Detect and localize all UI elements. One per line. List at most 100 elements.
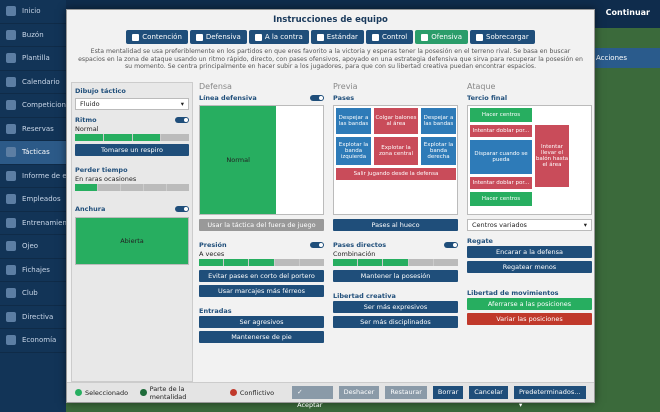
press-value: A veces bbox=[199, 250, 225, 258]
toggle-icon[interactable] bbox=[175, 206, 189, 212]
zone-overlap-right[interactable]: Intentar doblar por... bbox=[470, 177, 532, 189]
tempo-bar[interactable] bbox=[75, 134, 189, 141]
tab-mentality[interactable]: Control bbox=[365, 30, 414, 44]
zone-work-into-box[interactable]: Intentar llevar el balón hasta el área bbox=[535, 125, 569, 187]
shield-icon bbox=[476, 33, 483, 41]
sidebar-item[interactable]: Directiva bbox=[0, 306, 66, 329]
width-label: Anchura bbox=[75, 204, 189, 214]
directness-bar[interactable] bbox=[333, 259, 459, 266]
zone-clear-wings-left[interactable]: Despejar a las bandas bbox=[336, 108, 371, 134]
timewasting-value: En raras ocasiones bbox=[75, 175, 137, 183]
tab-mentality[interactable]: A la contra bbox=[248, 30, 309, 44]
creative-label: Libertad creativa bbox=[333, 292, 396, 300]
menu-icon bbox=[6, 123, 16, 134]
sidebar-item[interactable]: Plantilla bbox=[0, 47, 66, 71]
sidebar-item[interactable]: Inicio bbox=[0, 0, 66, 24]
toggle-icon[interactable] bbox=[444, 242, 458, 248]
sidebar-item[interactable]: Informe de equipo bbox=[0, 165, 66, 188]
final-third-pitch[interactable]: Hacer centros Intentar doblar por... Dis… bbox=[467, 105, 592, 215]
menu-icon bbox=[6, 194, 16, 205]
footer: Seleccionado Parte de la mentalidad Conf… bbox=[67, 382, 594, 409]
zone-clear-wings-right[interactable]: Despejar a las bandas bbox=[421, 108, 456, 134]
legend-mentality: Parte de la mentalidad bbox=[140, 385, 218, 401]
toggle-icon[interactable] bbox=[310, 242, 324, 248]
defline-pitch[interactable]: Normal bbox=[199, 105, 324, 215]
chevron-down-icon: ▾ bbox=[180, 100, 184, 108]
passing-pitch[interactable]: Despejar a las bandas Colgar balones al … bbox=[333, 105, 458, 215]
tab-mentality[interactable]: Contención bbox=[126, 30, 188, 44]
menu-icon bbox=[6, 241, 16, 252]
tab-mentality[interactable]: Sobrecargar bbox=[470, 30, 535, 44]
sidebar-item[interactable]: Entrenamiento bbox=[0, 212, 66, 235]
zone-cross-box[interactable]: Colgar balones al área bbox=[374, 108, 418, 134]
shield-icon bbox=[316, 33, 324, 41]
stay-feet-button[interactable]: Mantenerse de pie bbox=[199, 331, 324, 343]
sidebar: Inicio Buzón Plantilla Calendario Competicio… bbox=[0, 0, 66, 412]
zone-center[interactable]: Explotar la zona central bbox=[374, 137, 418, 165]
mentality-tabs: Contención Defensiva A la contra Estándar Co… bbox=[67, 30, 594, 44]
restore-button[interactable]: Restaurar bbox=[385, 386, 427, 399]
accept-button[interactable]: ✓ Aceptar bbox=[292, 386, 333, 409]
zone-left-flank[interactable]: Explotar la banda izquierda bbox=[336, 137, 371, 165]
presets-button[interactable]: Predeterminados... ▾ bbox=[513, 386, 586, 409]
width-pitch[interactable]: Abierta bbox=[75, 217, 189, 265]
sidebar-item[interactable]: Ojeo bbox=[0, 235, 66, 259]
tempo-button[interactable]: Tomarse un respiro bbox=[75, 144, 189, 156]
expressive-button[interactable]: Ser más expresivos bbox=[333, 301, 458, 313]
tab-mentality[interactable]: Estándar bbox=[310, 30, 364, 44]
run-at-defence-button[interactable]: Encarar a la defensa bbox=[467, 246, 592, 258]
through-balls-button[interactable]: Pases al hueco bbox=[333, 219, 458, 231]
shield-icon bbox=[371, 33, 379, 41]
sidebar-item[interactable]: Fichajes bbox=[0, 259, 66, 282]
sidebar-item[interactable]: Tácticas bbox=[0, 141, 66, 165]
menu-icon bbox=[6, 335, 16, 346]
toggle-icon[interactable] bbox=[175, 117, 189, 123]
zone-overlap-left[interactable]: Intentar doblar por... bbox=[470, 125, 532, 137]
crossing-select[interactable]: Centros variados ▾ bbox=[467, 219, 592, 231]
sidebar-item[interactable]: Calendario bbox=[0, 71, 66, 94]
zone-play-out[interactable]: Salir jugando desde la defensa bbox=[336, 168, 456, 180]
timewasting-bar[interactable] bbox=[75, 184, 189, 191]
retain-possession-button[interactable]: Mantener la posesión bbox=[333, 270, 458, 282]
final-third-label: Tercio final bbox=[467, 94, 508, 102]
continue-button[interactable]: Continuar bbox=[606, 8, 650, 17]
sidebar-item[interactable]: Reservas bbox=[0, 118, 66, 141]
clear-button[interactable]: Borrar bbox=[432, 386, 464, 399]
sidebar-item[interactable]: Economía bbox=[0, 329, 66, 353]
zone-cross-right[interactable]: Hacer centros bbox=[470, 192, 532, 206]
dribble-less-button[interactable]: Regatear menos bbox=[467, 261, 592, 273]
press-label: Presión bbox=[199, 240, 324, 250]
sidebar-item[interactable]: Empleados bbox=[0, 188, 66, 212]
toggle-icon[interactable] bbox=[310, 95, 324, 101]
formation-select[interactable]: Fluido ▾ bbox=[75, 98, 189, 110]
cancel-button[interactable]: Cancelar bbox=[469, 386, 508, 399]
shield-icon bbox=[254, 33, 262, 41]
directness-value: Combinación bbox=[333, 250, 376, 258]
menu-icon bbox=[6, 147, 16, 158]
aggressive-button[interactable]: Ser agresivos bbox=[199, 316, 324, 328]
zone-right-flank[interactable]: Explotar la banda derecha bbox=[421, 137, 456, 165]
tab-mentality[interactable]: Defensiva bbox=[189, 30, 247, 44]
goalkeeper-short-button[interactable]: Evitar pases en corto del portero bbox=[199, 270, 324, 282]
menu-icon bbox=[6, 29, 16, 40]
undo-button[interactable]: Deshacer bbox=[338, 386, 380, 399]
sidebar-item[interactable]: Competiciones bbox=[0, 94, 66, 118]
legend-conflict: Conflictivo bbox=[229, 389, 274, 397]
disciplined-button[interactable]: Ser más disciplinados bbox=[333, 316, 458, 328]
hold-position-button[interactable]: Aferrarse a las posiciones bbox=[467, 298, 592, 310]
menu-icon bbox=[6, 217, 16, 228]
check-icon: ✓ bbox=[297, 388, 303, 396]
zone-shoot[interactable]: Disparar cuando se pueda bbox=[470, 140, 532, 174]
offside-button[interactable]: Usar la táctica del fuera de juego bbox=[199, 219, 324, 231]
sidebar-item[interactable]: Club bbox=[0, 282, 66, 306]
tab-mentality[interactable]: Ofensiva bbox=[415, 30, 468, 44]
tight-marking-button[interactable]: Usar marcajes más férreos bbox=[199, 285, 324, 297]
roam-button[interactable]: Variar las posiciones bbox=[467, 313, 592, 325]
defline-label: Línea defensiva bbox=[199, 93, 324, 103]
press-bar[interactable] bbox=[199, 259, 325, 266]
zone-cross-left[interactable]: Hacer centros bbox=[470, 108, 532, 122]
sidebar-item[interactable]: Buzón bbox=[0, 24, 66, 47]
menu-icon bbox=[6, 76, 16, 87]
menu-icon bbox=[6, 100, 16, 111]
actions-button[interactable]: Acciones bbox=[590, 48, 660, 68]
